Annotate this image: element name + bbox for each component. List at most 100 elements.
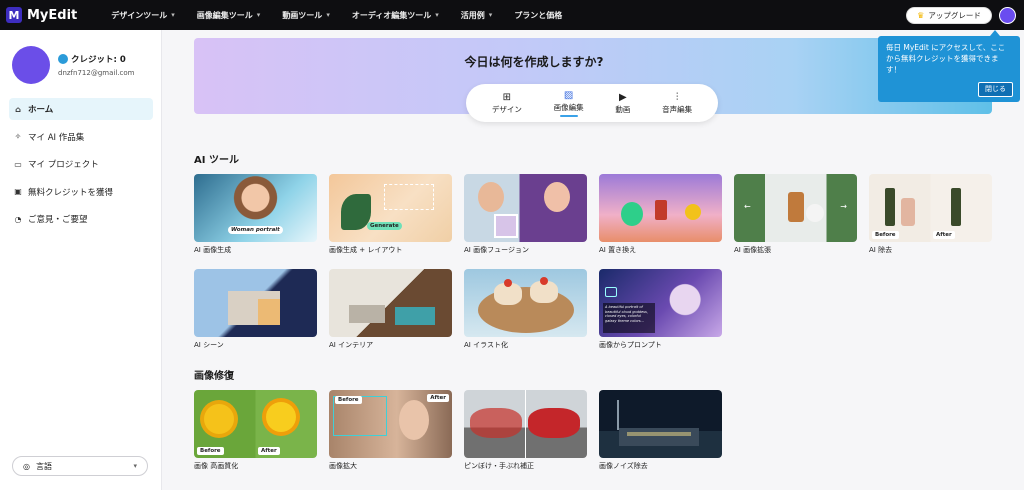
profile-info: クレジット: 0 dnzfn712@gmail.com [58,53,134,77]
nav-use-cases[interactable]: 活用例 ▾ [461,10,493,21]
section-title-ai-tools: AI ツール [194,155,239,166]
top-navbar: M MyEdit デザインツール ▾ 画像編集ツール ▾ 動画ツール ▾ オーディオ編… [0,0,1024,30]
nav-label: デザインツール [111,10,168,20]
thumbnail-image: A beautiful portrait of beautiful cloud … [599,269,722,337]
thumbnail-image [464,174,587,242]
sidebar-item-label: ホーム [28,105,54,115]
profile: クレジット: 0 dnzfn712@gmail.com [12,46,134,84]
chevron-down-icon: ▾ [488,11,493,19]
thumbnail-image: Before After [869,174,992,242]
after-tag: After [258,447,280,455]
brand[interactable]: M MyEdit [6,7,77,23]
nav-label: 活用例 [460,10,485,20]
tool-card-image-enhance[interactable]: Before After 画像 高画質化 [194,390,317,471]
tool-card-label: AI シーン [194,341,224,349]
brand-name: MyEdit [27,7,78,23]
tool-card-ai-interior[interactable]: AI インテリア [329,269,452,350]
tool-card-label: AI インテリア [329,341,374,349]
tab-label: デザイン [491,104,522,114]
tool-card-label: AI 除去 [869,246,893,254]
tool-card-deblur[interactable]: ピンぼけ・手ぶれ補正 [464,390,587,471]
tool-card-label: 画像からプロンプト [599,341,662,349]
tool-card-label: AI イラスト化 [464,341,508,349]
nav-label: 画像編集ツール [196,10,253,20]
sidebar-item-label: 無料クレジットを獲得 [28,187,114,198]
tool-card-label: 画像ノイズ除去 [599,462,648,470]
sidebar-menu: ⌂ ホーム ✧ マイ AI 作品集 ▭ マイ プロジェクト ▣ 無料クレジットを… [9,98,153,236]
tool-card-label: AI 画像生成 [194,246,232,254]
tool-card-ai-illustration[interactable]: AI イラスト化 [464,269,587,350]
before-tag: Before [197,447,224,455]
nav-pricing[interactable]: プランと価格 [514,10,562,21]
tool-card-ai-image-fusion[interactable]: AI 画像フュージョン [464,174,587,255]
tab-label: 画像編集 [553,102,584,112]
nav-video-tools[interactable]: 動画ツール ▾ [282,10,330,21]
image-prompt-icon [605,287,617,297]
tool-card-ai-replace[interactable]: AI 置き換え [599,174,722,255]
prompt-text-overlay: A beautiful portrait of beautiful cloud … [603,303,655,333]
sidebar-item-label: マイ AI 作品集 [28,132,85,143]
sidebar-item-home[interactable]: ⌂ ホーム [9,98,153,120]
tool-card-image-upscale[interactable]: Before After 画像拡大 [329,390,452,471]
tab-audio-edit[interactable]: ⫶ 音声編集 [662,92,692,115]
nav-image-tools[interactable]: 画像編集ツール ▾ [197,10,261,21]
tool-card-image-to-prompt[interactable]: A beautiful portrait of beautiful cloud … [599,269,722,350]
thumbnail-image [599,174,722,242]
sidebar-item-free-credits[interactable]: ▣ 無料クレジットを獲得 [9,181,153,203]
tool-card-ai-scene[interactable]: AI シーン [194,269,317,350]
tool-card-denoise[interactable]: 画像ノイズ除去 [599,390,722,471]
tool-card-ai-remove[interactable]: Before After AI 除去 [869,174,992,255]
sidebar: クレジット: 0 dnzfn712@gmail.com ⌂ ホーム ✧ マイ A… [0,30,162,490]
nav-design-tools[interactable]: デザインツール ▾ [111,10,175,21]
prompt-overlay: Woman portrait [228,226,283,234]
image-edit-icon: ▨ [563,89,574,101]
tool-card-label: AI 置き換え [599,246,637,254]
tool-card-ai-image-generation[interactable]: Woman portrait AI 画像生成 [194,174,317,255]
avatar[interactable] [12,46,50,84]
thumbnail-image [329,269,452,337]
upgrade-button[interactable]: ♛ アップグレード [906,7,992,24]
section-title-restore: 画像修復 [194,371,234,382]
nav-audio-tools[interactable]: オーディオ編集ツール ▾ [352,10,439,21]
sidebar-item-ai-gallery[interactable]: ✧ マイ AI 作品集 [9,126,153,148]
video-icon: ▶ [619,91,627,103]
myedit-logo-icon: M [6,7,22,23]
sparkle-icon: ✧ [14,132,22,141]
language-select[interactable]: ◎ 言語 ▾ [12,456,148,476]
nav-label: プランと価格 [514,10,563,20]
account-avatar[interactable] [999,7,1016,24]
thumbnail-image [464,390,587,458]
tool-card-label: 画像 高画質化 [194,462,239,470]
tooltip-text: 毎日 MyEdit にアクセスして、ここから無料クレジットを獲得できます！ [886,43,1006,74]
chevron-down-icon: ▾ [435,11,439,19]
tool-card-ai-image-expand[interactable]: ← → AI 画像拡張 [734,174,857,255]
sidebar-item-label: ご意見・ご要望 [28,215,88,225]
tab-video[interactable]: ▶ 動画 [615,92,630,115]
tool-card-image-layout[interactable]: Generate 画像生成 + レイアウト [329,174,452,255]
globe-icon: ◎ [23,461,30,471]
tab-design[interactable]: ⊞ デザイン [492,92,522,115]
chevron-down-icon: ▾ [171,11,175,19]
tab-label: 音声編集 [662,104,693,114]
tab-image-edit[interactable]: ▨ 画像編集 [554,90,584,117]
sidebar-item-feedback[interactable]: ◔ ご意見・ご要望 [9,208,153,230]
sidebar-item-projects[interactable]: ▭ マイ プロジェクト [9,153,153,175]
tab-label: 動画 [615,104,631,114]
hero-title: 今日は何を作成しますか? [464,55,604,69]
upgrade-label: アップグレード [928,11,981,20]
after-tag: After [933,231,955,239]
credit-text: クレジット: 0 [71,55,126,65]
tooltip-close-button[interactable]: 閉じる [978,82,1013,97]
design-icon: ⊞ [502,91,512,103]
chevron-down-icon: ▾ [326,11,330,19]
main-nav: デザインツール ▾ 画像編集ツール ▾ 動画ツール ▾ オーディオ編集ツール ▾ 活用例… [111,10,584,21]
tool-card-label: 画像生成 + レイアウト [329,246,403,254]
tool-card-label: AI 画像拡張 [734,246,772,254]
crown-icon: ♛ [917,11,925,20]
language-label: 言語 [35,461,52,471]
arrow-right-icon: → [840,202,847,211]
thumbnail-image [194,269,317,337]
before-tag: Before [335,396,362,404]
chevron-down-icon: ▾ [133,462,137,470]
generate-overlay: Generate [367,222,402,230]
